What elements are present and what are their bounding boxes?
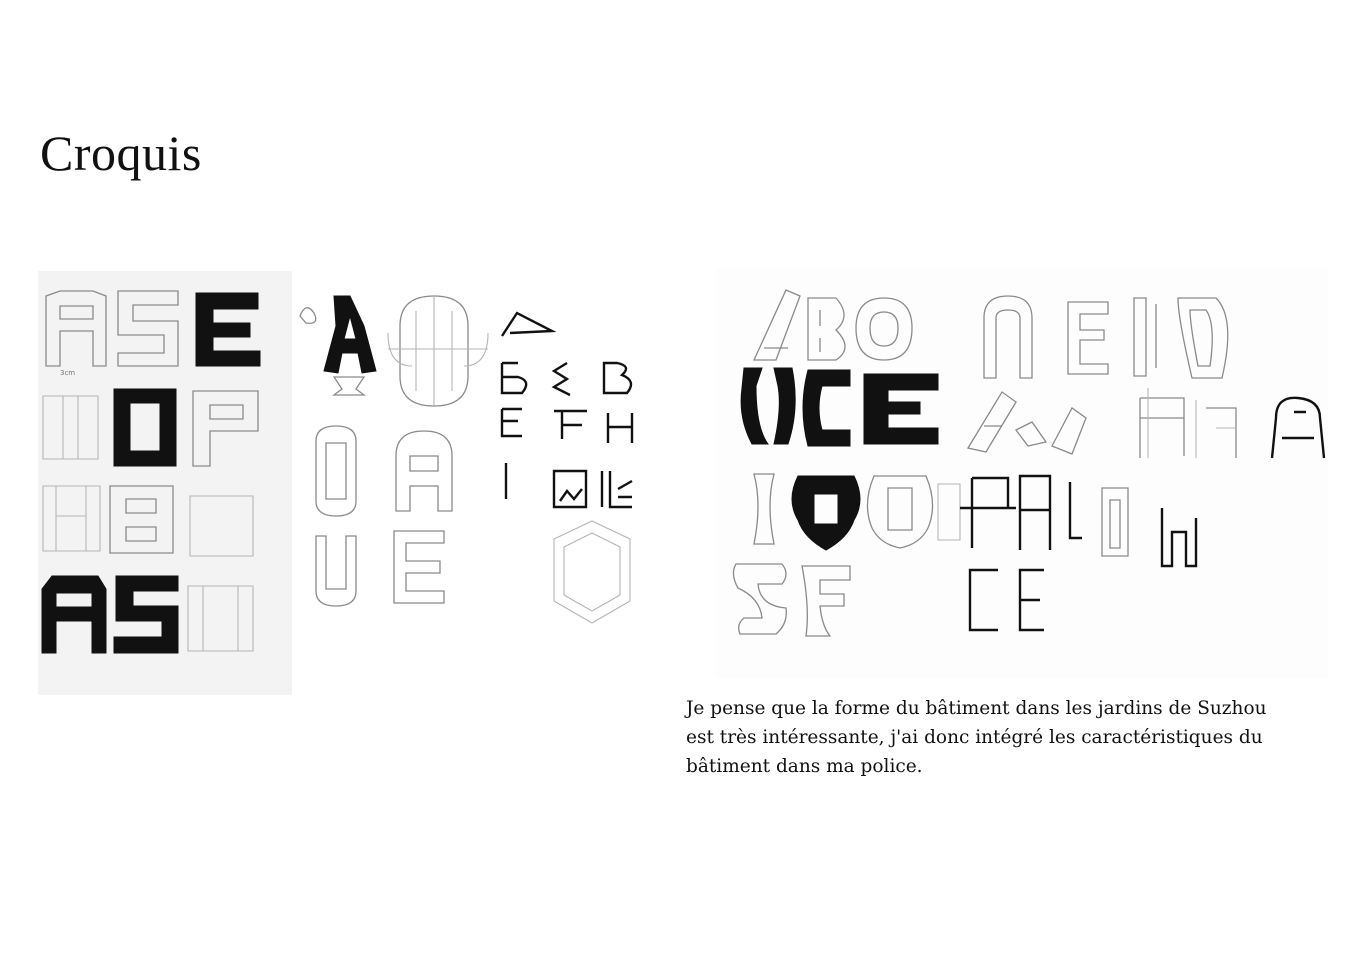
page-title: Croquis [40,125,202,181]
sketch-letters-vase [732,289,1326,637]
caption-line-1: Je pense que la forme du bâtiment dans l… [686,698,1267,719]
sketch-letters-curved [299,295,634,624]
sketch-letters-grid: 3cm [41,290,261,654]
caption-line-3: bâtiment dans ma police. [686,756,923,777]
sketch-sheet-middle [292,271,670,651]
caption-line-2: est très intéressante, j'ai donc intégré… [686,727,1263,748]
measure-label: 3cm [60,369,75,377]
caption-text: Je pense que la forme du bâtiment dans l… [686,694,1336,781]
sketch-sheet-right [716,268,1328,678]
sketch-sheet-left: 3cm [38,271,292,695]
